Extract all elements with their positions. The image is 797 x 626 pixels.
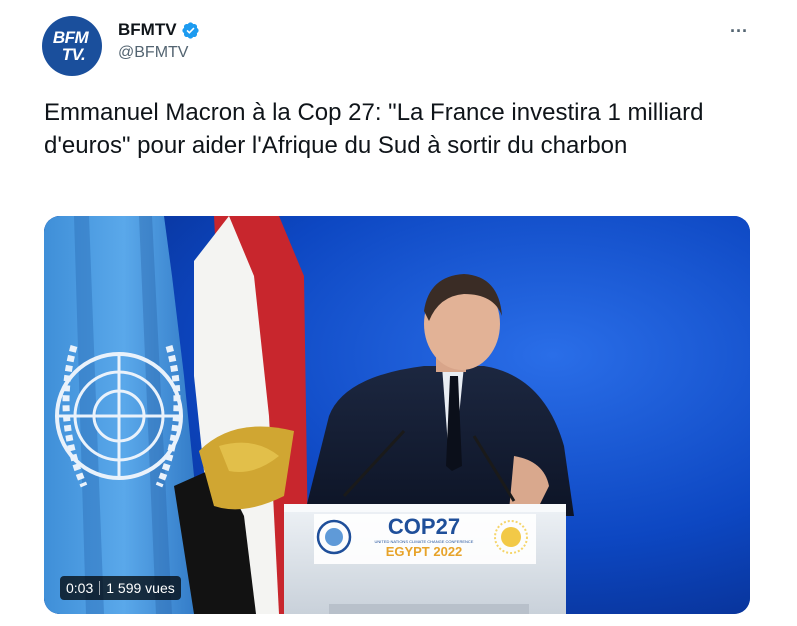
cop27-logo-sub: EGYPT 2022 [386,544,463,559]
cop27-logo-main: COP27 [388,514,460,539]
video-info-badge: 0:03 1 599 vues [60,576,181,600]
avatar-logo-line2: TV. [61,45,86,64]
video-frame-image: COP27 UNITED NATIONS CLIMATE CHANGE CONF… [44,216,750,614]
more-options-label: ··· [730,20,748,41]
video-info-divider [99,581,101,595]
author-handle[interactable]: @BFMTV [118,44,200,62]
avatar-logo-line1: BFM [52,28,89,47]
author-display-name[interactable]: BFMTV [118,20,177,40]
video-view-count: 1 599 vues [106,580,175,596]
avatar[interactable]: BFM TV. [42,16,102,76]
verified-badge-icon [181,21,199,39]
video-player[interactable]: COP27 UNITED NATIONS CLIMATE CHANGE CONF… [44,216,750,614]
tweet-card: BFM TV. BFMTV @BFMTV ··· Emmanuel Macron… [0,0,797,626]
tweet-text: Emmanuel Macron à la Cop 27: "La France … [44,99,704,159]
cop27-logo: COP27 UNITED NATIONS CLIMATE CHANGE CONF… [375,514,474,559]
author-name-row: BFMTV [118,20,200,40]
author-block: BFMTV @BFMTV [118,20,200,62]
more-options-icon[interactable]: ··· [724,16,754,46]
video-timestamp: 0:03 [66,580,94,596]
